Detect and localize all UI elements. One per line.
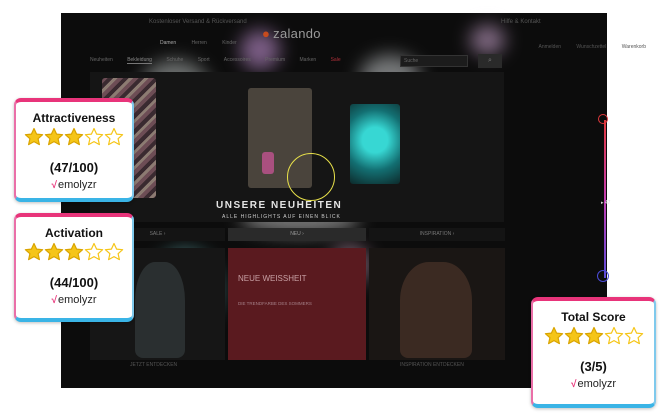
panel-score: (3/5) [580,359,607,374]
brand-label: √emolyzr [533,378,654,390]
brand-label: √emolyzr [16,179,132,191]
brand-label: √emolyzr [16,294,132,306]
category-nav: Neuheiten Bekleidung Schuhe Sport Access… [90,57,354,69]
category-sport[interactable]: Sport [198,57,210,63]
zalando-logo[interactable]: ● zalando [262,26,321,41]
search-input[interactable]: Suche [400,55,468,67]
tab-inspiration[interactable]: INSPIRATION › [369,228,505,241]
logo-icon: ● [262,26,271,41]
footer-link-right[interactable]: INSPIRATION ENTDECKEN [400,362,464,368]
account-icons: Anmelden Wunschzettel Warenkorb [525,44,647,50]
brand-check-icon: √ [51,180,57,191]
footer-link-left[interactable]: JETZT ENTDECKEN [130,362,177,368]
gender-nav: Damen Herren Kinder [160,40,237,46]
star-filled-icon [544,326,563,345]
search-button[interactable]: ⌕ [478,54,502,68]
total-score-panel: Total Score (3/5) √emolyzr [531,297,656,408]
star-filled-icon [564,326,583,345]
panel-title: Total Score [561,310,626,324]
card-title: NEUE WEISSHEIT [238,274,307,283]
product-clutch [350,104,400,184]
star-rating [16,242,132,272]
activation-panel: Activation (44/100) √emolyzr [14,213,134,322]
star-filled-icon [24,127,44,146]
scale-value-text: 47 [604,200,611,206]
hero-subtitle: ALLE HIGHLIGHTS AUF EINEN BLICK [222,214,341,220]
scale-top-marker [598,114,608,124]
brand-check-icon: √ [570,379,577,390]
top-bar: Kostenloser Versand & Rückversand Hilfe … [61,13,607,35]
topbar-left-text: Kostenloser Versand & Rückversand [149,19,247,25]
scale-value: ▸ 47 [601,200,611,206]
category-neuheiten[interactable]: Neuheiten [90,57,113,63]
card-subtitle: DIE TRENDFARBE DES SOMMERS [238,301,312,306]
nav-item-kinder[interactable]: Kinder [222,40,236,46]
topbar-right-link[interactable]: Hilfe & Kontakt [501,19,541,25]
wishlist-link[interactable]: Wunschzettel [576,44,606,50]
category-bekleidung[interactable]: Bekleidung [127,57,152,64]
category-accessoires[interactable]: Accessoires [224,57,251,63]
star-filled-icon [64,242,84,261]
star-empty-icon [604,326,623,345]
panel-title: Attractiveness [32,111,116,125]
promo-card-neu[interactable]: NEUE WEISSHEIT DIE TRENDFARBE DES SOMMER… [228,248,366,360]
cart-link[interactable]: Warenkorb [622,44,646,50]
brand-text: emolyzr [57,294,97,306]
brand-text: emolyzr [577,378,616,390]
panel-score: (44/100) [49,275,99,290]
attractiveness-panel: Attractiveness (47/100) √emolyzr [14,98,134,202]
panel-score: (47/100) [49,160,99,175]
emotion-scale-bar [604,120,606,278]
star-empty-icon [104,127,124,146]
category-premium[interactable]: Premium [265,57,285,63]
tab-neu[interactable]: NEU › [228,228,366,241]
category-marken[interactable]: Marken [300,57,317,63]
star-filled-icon [44,127,64,146]
hero-title: UNSERE NEUHEITEN [216,200,343,211]
model-image [400,262,472,358]
login-link[interactable]: Anmelden [539,44,562,50]
category-sale[interactable]: Sale [331,57,341,63]
nav-item-damen[interactable]: Damen [160,40,176,46]
star-empty-icon [84,242,104,261]
scale-bottom-marker [597,270,609,282]
gaze-focus-ring [287,153,335,201]
star-filled-icon [24,242,44,261]
brand-text: emolyzr [57,179,97,191]
panel-title: Activation [44,226,103,240]
star-rating [533,326,654,356]
star-empty-icon [624,326,643,345]
star-rating [16,127,132,157]
search-icon: ⌕ [488,57,492,64]
star-filled-icon [584,326,603,345]
nav-item-herren[interactable]: Herren [192,40,207,46]
brand-check-icon: √ [51,295,57,306]
logo-text: zalando [273,26,321,41]
category-schuhe[interactable]: Schuhe [166,57,183,63]
star-filled-icon [44,242,64,261]
section-tabs: SALE › NEU › INSPIRATION › [90,228,505,241]
model-image [135,262,185,358]
star-empty-icon [104,242,124,261]
star-empty-icon [84,127,104,146]
product-small-item [262,152,274,174]
star-filled-icon [64,127,84,146]
